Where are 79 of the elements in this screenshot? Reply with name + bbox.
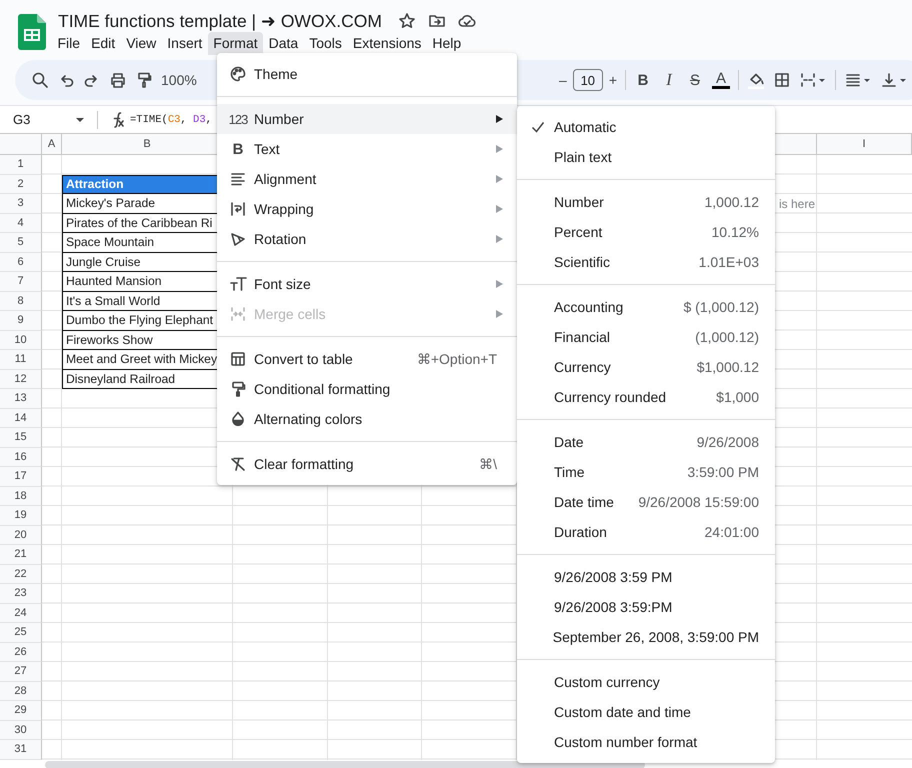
menu-item[interactable]: Percent 10.12% — [517, 217, 775, 247]
menu-bar-item[interactable]: Insert — [162, 32, 208, 55]
column-header[interactable]: A — [42, 134, 62, 155]
menu-bar-item[interactable]: Format — [208, 32, 264, 55]
menu-bar-item[interactable]: Data — [263, 32, 304, 55]
document-title[interactable]: TIME functions template | ➜ OWOX.COM — [58, 10, 382, 32]
menu-item[interactable]: 9/26/2008 3:59:PM — [517, 592, 775, 622]
menu-item[interactable]: Duration 24:01:00 — [517, 517, 775, 547]
strikethrough-button[interactable]: S — [686, 72, 704, 88]
menu-item[interactable]: 9/26/2008 3:59 PM — [517, 562, 775, 592]
row-number[interactable]: 16 — [0, 448, 42, 467]
row-number[interactable]: 7 — [0, 272, 42, 292]
row-number[interactable]: 26 — [0, 642, 42, 662]
row-number[interactable]: 13 — [0, 389, 42, 408]
increase-font-size-button[interactable]: + — [608, 72, 617, 88]
menu-item[interactable]: September 26, 2008, 3:59:00 PM — [517, 622, 775, 652]
row-number[interactable]: 18 — [0, 486, 42, 506]
row-number[interactable]: 2 — [0, 174, 42, 194]
menu-item[interactable]: Custom date and time — [517, 697, 775, 727]
menu-item[interactable]: Theme — [217, 59, 517, 89]
row-number[interactable]: 23 — [0, 584, 42, 604]
menu-item[interactable]: Scientific 1.01E+03 — [517, 247, 775, 277]
row-number[interactable]: 14 — [0, 408, 42, 428]
format-icon: B — [232, 140, 244, 158]
row-number[interactable]: 6 — [0, 252, 42, 272]
formula-text[interactable]: =TIME(C3, D3, — [130, 114, 212, 126]
menu-item[interactable]: Alternating colors — [217, 404, 517, 434]
bold-button[interactable]: B — [634, 72, 652, 88]
row-number[interactable]: 22 — [0, 564, 42, 584]
menu-item[interactable]: Plain text — [517, 142, 775, 172]
menu-item[interactable]: Date 9/26/2008 — [517, 427, 775, 457]
row-number[interactable]: 15 — [0, 428, 42, 448]
menu-item[interactable]: Accounting $ (1,000.12) — [517, 292, 775, 322]
menu-item[interactable]: Custom currency — [517, 667, 775, 697]
row-number[interactable]: 5 — [0, 233, 42, 252]
menu-item[interactable]: Time 3:59:00 PM — [517, 457, 775, 487]
column-header[interactable]: I — [817, 134, 912, 155]
decrease-font-size-button[interactable]: – — [559, 72, 567, 88]
format-icon: 123 — [228, 112, 248, 126]
cell-text: is here — [778, 196, 815, 211]
row-number[interactable]: 31 — [0, 740, 42, 760]
menu-bar-item[interactable]: File — [52, 32, 86, 55]
menu-item[interactable]: Clear formatting ⌘\ — [217, 449, 517, 479]
row-number[interactable]: 10 — [0, 330, 42, 350]
menu-bar-item[interactable]: Help — [426, 32, 467, 55]
menu-item[interactable]: 123 Number — [217, 104, 517, 134]
menu-item[interactable]: Date time 9/26/2008 15:59:00 — [517, 487, 775, 517]
row-number[interactable]: 8 — [0, 292, 42, 311]
row-number[interactable]: 17 — [0, 467, 42, 486]
row-number[interactable]: 4 — [0, 214, 42, 233]
menu-bar-item[interactable]: Extensions — [347, 32, 427, 55]
zoom-button[interactable]: 100% — [161, 72, 197, 88]
row-number[interactable]: 12 — [0, 370, 42, 389]
row-number[interactable]: 1 — [0, 155, 42, 174]
menu-item[interactable]: Financial (1,000.12) — [517, 322, 775, 352]
menu-bar-item[interactable]: View — [120, 32, 162, 55]
row-number[interactable]: 9 — [0, 311, 42, 330]
row-number[interactable]: 20 — [0, 526, 42, 545]
row-number[interactable]: 28 — [0, 682, 42, 701]
menu-bar-item[interactable]: Edit — [86, 32, 121, 55]
row-number[interactable]: 3 — [0, 194, 42, 214]
row-number[interactable]: 24 — [0, 604, 42, 623]
row-number[interactable]: 27 — [0, 662, 42, 682]
row-number[interactable]: 25 — [0, 623, 42, 642]
font-size-field[interactable]: 10 — [572, 69, 603, 91]
italic-button[interactable]: I — [660, 70, 678, 90]
row-number[interactable]: 30 — [0, 720, 42, 740]
menu-item[interactable]: Currency $1,000.12 — [517, 352, 775, 382]
menu-item[interactable]: Currency rounded $1,000 — [517, 382, 775, 412]
menu-item[interactable]: Custom number format — [517, 727, 775, 757]
menu-item[interactable]: Number 1,000.12 — [517, 187, 775, 217]
cell-reference[interactable]: G3 — [0, 112, 75, 127]
menu-item[interactable]: Automatic — [517, 112, 775, 142]
text-color-button[interactable]: A — [712, 71, 730, 89]
menu-bar-item[interactable]: Tools — [304, 32, 348, 55]
row-number[interactable]: 21 — [0, 545, 42, 564]
row-number[interactable]: 19 — [0, 506, 42, 526]
row-number[interactable]: 11 — [0, 350, 42, 370]
row-number[interactable]: 29 — [0, 701, 42, 720]
